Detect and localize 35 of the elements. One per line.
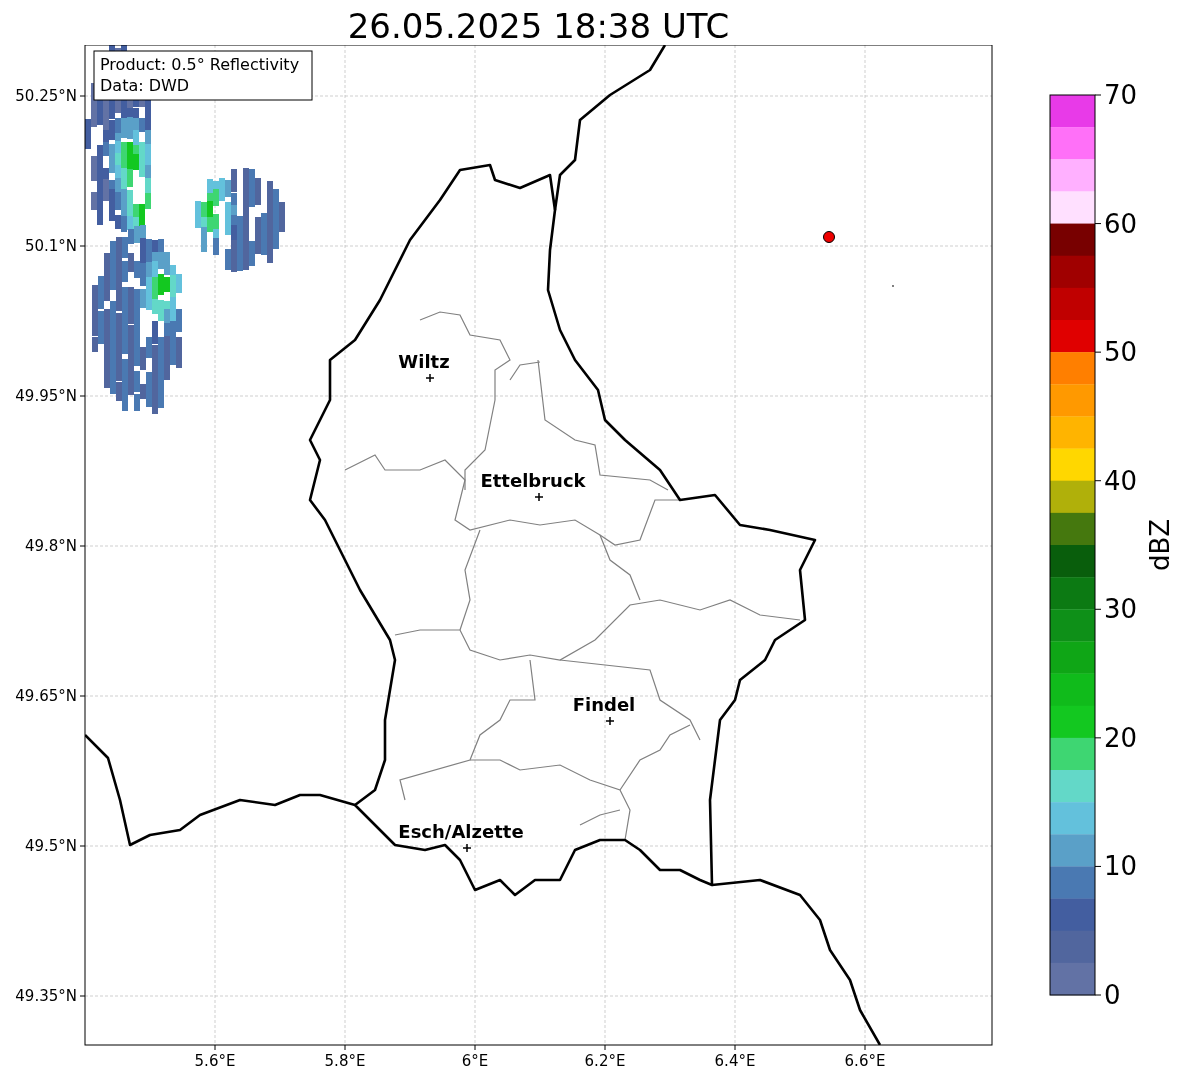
latitude-label: 49.35°N xyxy=(15,987,77,1005)
longitude-label: 6°E xyxy=(461,1052,489,1070)
latitude-label: 49.5°N xyxy=(24,837,77,855)
colorbar-tick-label: 60 xyxy=(1104,208,1138,239)
city-label: Findel xyxy=(572,694,636,715)
city-label: Esch/Alzette xyxy=(398,821,524,842)
info-text: Product: 0.5° Reflectivity xyxy=(100,55,300,74)
latitude-label: 49.8°N xyxy=(24,537,77,555)
longitude-label: 6.4°E xyxy=(714,1052,756,1070)
longitude-label: 6.2°E xyxy=(584,1052,626,1070)
colorbar-tick-label: 20 xyxy=(1104,722,1138,753)
colorbar-tick-label: 30 xyxy=(1104,594,1138,625)
colorbar-tick-label: 70 xyxy=(1104,80,1138,110)
colorbar-tick-label: 0 xyxy=(1104,980,1121,1010)
chart-title: 26.05.2025 18:38 UTC xyxy=(346,5,731,45)
latitude-label: 50.1°N xyxy=(24,237,77,255)
info-text: Data: DWD xyxy=(100,76,190,95)
longitude-label: 6.6°E xyxy=(844,1052,886,1070)
city-label: Ettelbruck xyxy=(480,470,586,491)
colorbar-tick-label: 50 xyxy=(1104,337,1138,368)
city-marker-icon xyxy=(462,843,472,853)
latitude-label: 49.65°N xyxy=(15,687,77,705)
latitude-label: 50.25°N xyxy=(15,87,77,105)
city-marker-icon xyxy=(605,716,615,726)
latitude-label: 49.95°N xyxy=(15,387,77,405)
colorbar-tick-label: 40 xyxy=(1104,465,1138,496)
point-marker xyxy=(892,285,894,287)
longitude-label: 5.8°E xyxy=(324,1052,366,1070)
city-label: Wiltz xyxy=(398,351,450,372)
radar-site-marker xyxy=(823,231,835,243)
colorbar-tick-label: 10 xyxy=(1104,851,1138,882)
colorbar-title: dBZ xyxy=(1145,518,1175,572)
longitude-label: 5.6°E xyxy=(194,1052,236,1070)
city-marker-icon xyxy=(534,492,544,502)
city-marker-icon xyxy=(425,373,435,383)
